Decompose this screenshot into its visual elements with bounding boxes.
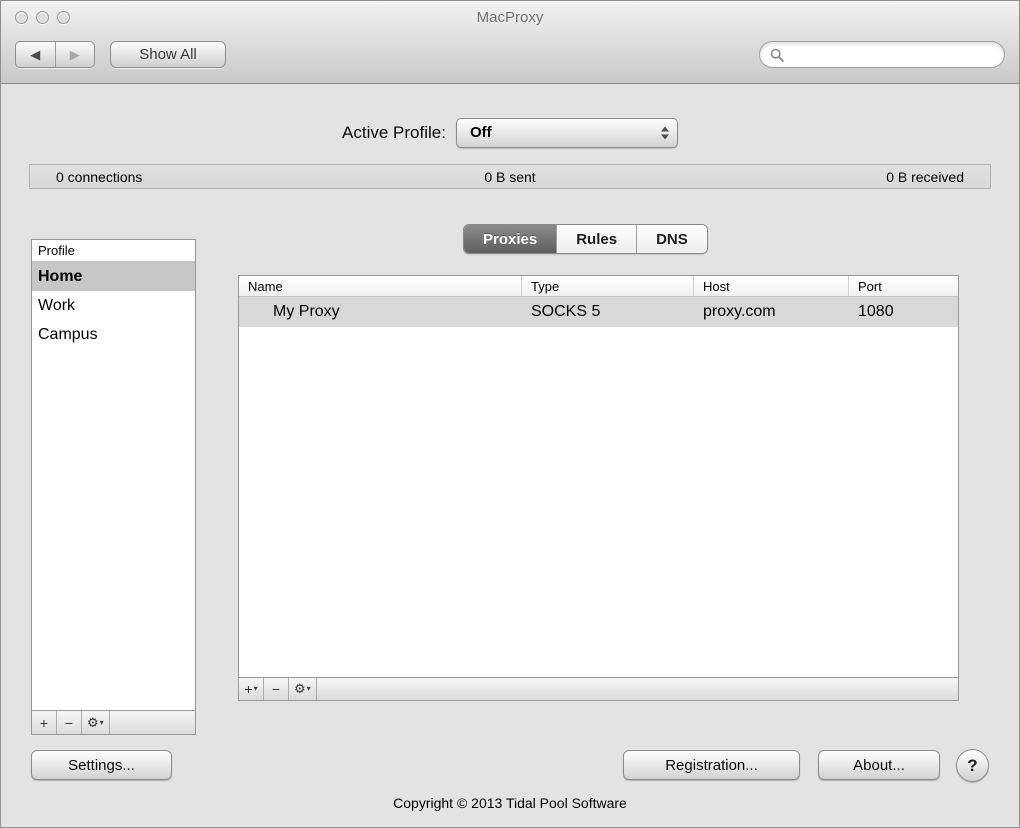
proxy-host-cell: proxy.com [703, 303, 776, 320]
table-row[interactable]: My Proxy SOCKS 5 proxy.com 1080 [239, 297, 958, 327]
section-tabs: Proxies Rules DNS [463, 224, 708, 254]
bytes-received: 0 B received [886, 168, 965, 185]
window-header: MacProxy ◀ ▶ Show All [1, 1, 1019, 84]
add-proxy-button[interactable]: + ▾ [239, 678, 264, 700]
tab-rules[interactable]: Rules [556, 225, 637, 253]
search-field [759, 41, 1005, 68]
window-title: MacProxy [476, 9, 544, 26]
profile-item-home[interactable]: Home [32, 262, 195, 291]
remove-profile-button[interactable]: − [57, 711, 82, 734]
remove-proxy-button[interactable]: − [264, 678, 289, 700]
bytes-sent: 0 B sent [484, 168, 536, 185]
connections-count: 0 connections [56, 168, 143, 185]
active-profile-label: Active Profile: [342, 122, 446, 142]
add-profile-button[interactable]: + [32, 711, 57, 734]
search-input[interactable] [790, 46, 994, 63]
chevron-up-icon [660, 126, 669, 131]
column-header-host[interactable]: Host [694, 276, 849, 296]
chevron-down-icon [660, 134, 669, 139]
tab-proxies[interactable]: Proxies [464, 225, 557, 253]
active-profile-value: Off [469, 124, 492, 141]
profile-panel: Profile Home Work Campus + − ⚙ ▾ [31, 239, 196, 735]
dropdown-arrow-icon: ▾ [253, 684, 258, 693]
proxy-table-body: My Proxy SOCKS 5 proxy.com 1080 [239, 297, 958, 677]
proxy-table: Name Type Host Port My Proxy SOCKS 5 pro… [238, 275, 959, 701]
forward-button[interactable]: ▶ [54, 42, 95, 67]
macproxy-window: MacProxy ◀ ▶ Show All Active Profile: Of… [0, 0, 1020, 828]
dropdown-arrow-icon: ▾ [306, 684, 311, 693]
help-button[interactable]: ? [956, 749, 989, 782]
profile-list: Home Work Campus [32, 262, 195, 710]
tab-dns[interactable]: DNS [636, 225, 707, 253]
gear-icon: ⚙ [294, 681, 306, 696]
proxy-table-controls: + ▾ − ⚙ ▾ [239, 677, 958, 700]
show-all-button[interactable]: Show All [110, 41, 226, 68]
profile-column-header: Profile [32, 240, 195, 262]
proxy-port-cell: 1080 [858, 303, 894, 320]
forward-icon: ▶ [69, 46, 80, 62]
column-header-type[interactable]: Type [522, 276, 694, 296]
about-button[interactable]: About... [818, 750, 940, 780]
profile-list-controls: + − ⚙ ▾ [32, 710, 195, 734]
profile-item-work[interactable]: Work [32, 291, 195, 320]
back-forward-control: ◀ ▶ [15, 41, 95, 68]
dropdown-arrow-icon: ▾ [99, 717, 104, 727]
copyright-text: Copyright © 2013 Tidal Pool Software [393, 795, 627, 811]
profile-item-campus[interactable]: Campus [32, 320, 195, 349]
column-header-port[interactable]: Port [849, 276, 958, 296]
search-icon [770, 48, 784, 62]
proxy-type-cell: SOCKS 5 [531, 303, 601, 320]
active-profile-dropdown[interactable]: Off [455, 117, 678, 148]
popup-stepper-icon [660, 126, 669, 139]
gear-icon: ⚙ [87, 714, 99, 730]
back-button[interactable]: ◀ [16, 42, 55, 67]
settings-button[interactable]: Settings... [31, 750, 172, 780]
proxy-name-cell: My Proxy [273, 303, 340, 320]
proxy-action-menu-button[interactable]: ⚙ ▾ [289, 678, 317, 700]
column-header-name[interactable]: Name [239, 276, 522, 296]
proxy-table-header: Name Type Host Port [239, 276, 958, 297]
plus-icon: + [244, 681, 253, 697]
profile-action-menu-button[interactable]: ⚙ ▾ [82, 711, 110, 734]
back-icon: ◀ [30, 46, 41, 62]
status-bar: 0 connections 0 B sent 0 B received [29, 164, 991, 189]
active-profile-row: Active Profile: Off [1, 117, 1019, 148]
registration-button[interactable]: Registration... [623, 750, 800, 780]
